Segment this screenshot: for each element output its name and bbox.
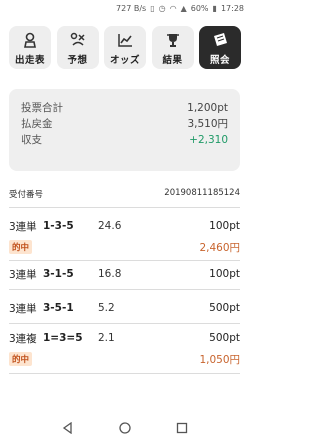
bet-row: 3連単 3-1-5 16.8 100pt [9, 266, 240, 282]
receipt-label: 受付番号 [9, 190, 44, 200]
bet-combo: 3-1-5 [43, 268, 74, 280]
balance-label: 収支 [21, 134, 42, 146]
receipt-number: 20190811185124 [164, 188, 240, 198]
wifi-icon: ◠ [169, 3, 177, 13]
bet-payout: 2,460円 [199, 241, 240, 254]
receipt-row: 受付番号 20190811185124 [9, 188, 240, 204]
total-row: 投票合計 1,200pt [21, 100, 228, 116]
hit-badge: 的中 [9, 352, 33, 366]
divider [9, 373, 240, 374]
divider [9, 289, 240, 290]
nav-results-button[interactable]: 結果 [151, 26, 194, 69]
battery-level: 60% [190, 3, 209, 13]
summary-card: 投票合計 1,200pt 払戻金 3,510円 収支 +2,310 [9, 89, 240, 171]
total-value: 1,200pt [187, 102, 228, 114]
bet-row: 3連単 1-3-5 24.6 100pt 的中 2,460円 [9, 218, 240, 256]
bet-stake: 500pt [209, 302, 240, 314]
divider [9, 260, 240, 261]
divider [9, 323, 240, 324]
network-speed: 727 B/s [116, 3, 147, 13]
trophy-icon [164, 32, 182, 48]
bet-odds: 16.8 [98, 268, 122, 280]
payout-label: 払戻金 [21, 118, 53, 130]
bet-stake: 500pt [209, 332, 240, 344]
nav-odds-button[interactable]: オッズ [104, 26, 146, 69]
system-nav-bar [0, 412, 250, 444]
nav-label: 出走表 [14, 55, 45, 66]
signal-icon: ▲ [180, 3, 187, 13]
bet-row: 3連単 3-5-1 5.2 500pt [9, 300, 240, 316]
clock: 17:28 [220, 3, 244, 13]
bet-type: 3連複 [9, 332, 37, 345]
bet-combo: 1=3=5 [43, 332, 83, 344]
nav-racecard-button[interactable]: 出走表 [9, 26, 51, 69]
bet-type: 3連単 [9, 220, 37, 233]
bet-row: 3連複 1=3=5 2.1 500pt 的中 1,050円 [9, 330, 240, 368]
status-bar: 727 B/s ▯ ◷ ◠ ▲ 60% ▮ 17:28 [0, 0, 250, 16]
nav-label: 照会 [209, 55, 230, 66]
total-label: 投票合計 [21, 102, 63, 114]
nav-forecast-button[interactable]: 予想 [56, 26, 99, 69]
bet-odds: 2.1 [98, 332, 115, 344]
alarm-icon: ◷ [158, 3, 166, 13]
back-icon[interactable] [62, 419, 74, 438]
bet-type: 3連単 [9, 268, 37, 281]
forecast-icon [69, 32, 87, 48]
divider [9, 207, 240, 208]
bet-type: 3連単 [9, 302, 37, 315]
nav-inquiry-button[interactable]: 照会 [199, 26, 241, 69]
nav-label: オッズ [109, 55, 140, 66]
bet-payout: 1,050円 [199, 353, 240, 366]
balance-value: +2,310 [189, 134, 228, 146]
chart-icon [116, 32, 134, 48]
jockey-icon [21, 32, 39, 48]
payout-row: 払戻金 3,510円 [21, 116, 228, 132]
bet-stake: 100pt [209, 220, 240, 232]
balance-row: 収支 +2,310 [21, 132, 228, 148]
battery-icon: ▮ [212, 3, 217, 13]
ticket-icon [211, 32, 229, 48]
nav-label: 結果 [162, 55, 183, 66]
bet-odds: 5.2 [98, 302, 115, 314]
vibrate-icon: ▯ [150, 3, 155, 13]
recents-icon[interactable] [176, 419, 188, 438]
bet-odds: 24.6 [98, 220, 122, 232]
payout-value: 3,510円 [187, 118, 228, 130]
home-icon[interactable] [119, 419, 131, 438]
bet-stake: 100pt [209, 268, 240, 280]
top-nav: 出走表 予想 オッズ 結果 照会 [0, 26, 250, 70]
hit-badge: 的中 [9, 240, 33, 254]
nav-label: 予想 [67, 55, 88, 66]
bet-combo: 1-3-5 [43, 220, 74, 232]
bet-combo: 3-5-1 [43, 302, 74, 314]
